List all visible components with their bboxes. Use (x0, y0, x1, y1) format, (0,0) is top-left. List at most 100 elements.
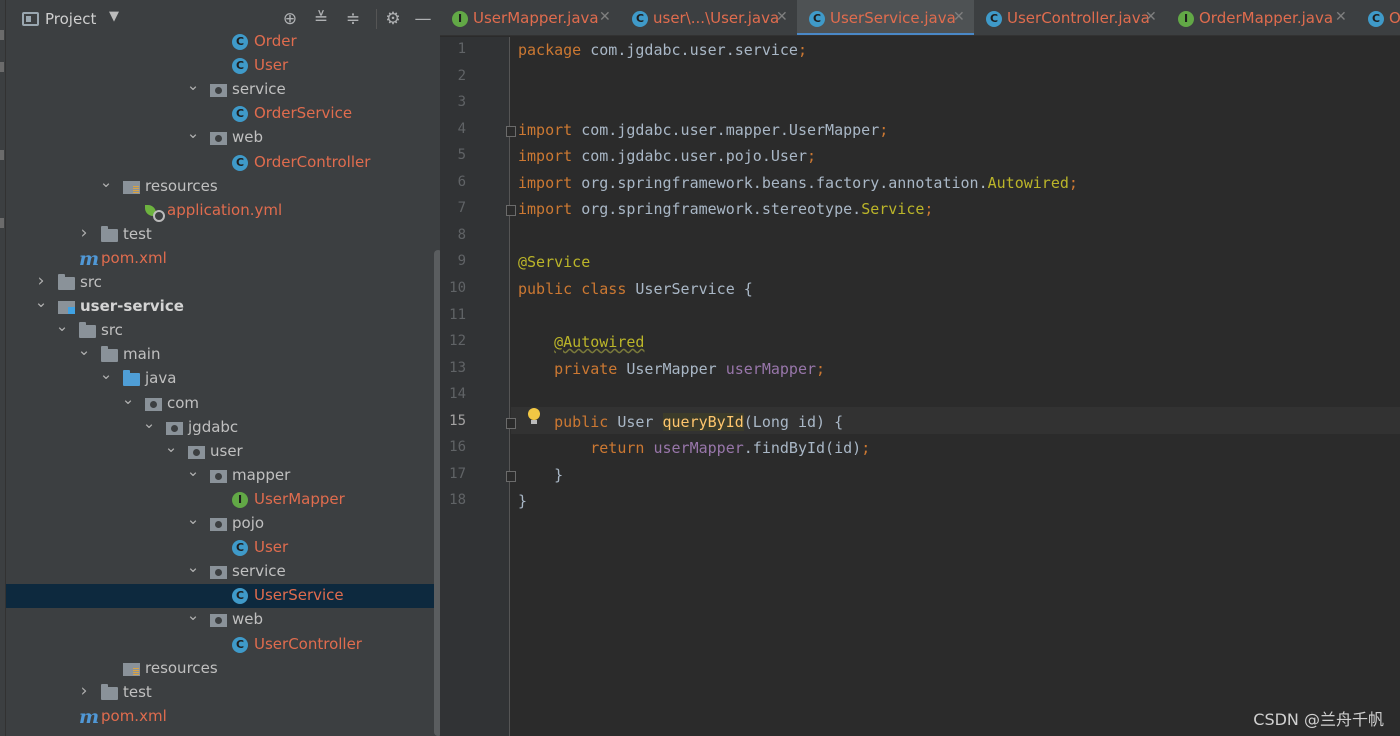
gear-icon[interactable]: ⚙ (382, 8, 404, 30)
line-number: 6 (457, 173, 466, 190)
fold-marker-icon[interactable] (506, 470, 516, 482)
tree-item-service[interactable]: ⌄ service (6, 558, 440, 584)
tree-item-userservice[interactable]: C UserService (6, 584, 440, 609)
chevron-down-icon[interactable]: ⌄ (186, 76, 200, 94)
tree-item-pojo[interactable]: ⌄ pojo (6, 510, 440, 536)
tree-item-user[interactable]: ⌄ user (6, 438, 440, 464)
line-number: 11 (449, 306, 466, 323)
chevron-down-icon[interactable]: ▼ (109, 9, 119, 24)
tree-item-src[interactable]: › src (6, 271, 440, 295)
tree-item-ordercontroller[interactable]: C OrderController (6, 151, 440, 175)
maven-icon: m (79, 705, 100, 728)
chevron-down-icon[interactable]: ⌄ (142, 414, 156, 432)
tree-item-pom-xml[interactable]: m pom.xml (6, 247, 440, 271)
source-folder-icon (123, 370, 140, 387)
editor-tab[interactable]: I OrderMapper.java ✕ (1166, 0, 1356, 35)
tree-item-resources[interactable]: resources (6, 657, 440, 681)
tree-item-user[interactable]: C User (6, 536, 440, 560)
close-icon[interactable]: ✕ (953, 9, 965, 25)
code-line[interactable]: } (518, 466, 563, 484)
chevron-down-icon[interactable]: ⌄ (186, 124, 200, 142)
collapse-all-icon[interactable]: ≑ (342, 8, 364, 30)
tree-item-test[interactable]: › test (6, 681, 440, 705)
line-number: 7 (457, 200, 466, 217)
close-icon[interactable]: ✕ (599, 9, 611, 25)
editor-tab[interactable]: C UserController.java ✕ (974, 0, 1166, 35)
fold-marker-icon[interactable] (506, 205, 516, 217)
code-line[interactable]: import org.springframework.stereotype.Se… (518, 200, 933, 218)
tree-item-src[interactable]: ⌄ src (6, 317, 440, 343)
chevron-down-icon[interactable]: ⌄ (99, 365, 113, 383)
chevron-down-icon[interactable]: ⌄ (186, 606, 200, 624)
panel-title[interactable]: Project (45, 10, 96, 28)
tree-item-pom-xml[interactable]: m pom.xml (6, 705, 440, 729)
code-editor[interactable]: 1 2 3 4 5 6 7 8 9 10 11 12 13 14 15 16 17 18 package com.… (440, 37, 1400, 736)
code-line[interactable]: import com.jgdabc.user.pojo.User; (518, 147, 816, 165)
chevron-down-icon[interactable]: ⌄ (186, 510, 200, 528)
tree-item-web[interactable]: ⌄ web (6, 606, 440, 632)
close-icon[interactable]: ✕ (1145, 9, 1157, 25)
project-panel: Project ▼ ⊕ ≚ ≑ ⚙ — C Order C User ⌄ service C… (6, 0, 440, 736)
tree-item-orderservice[interactable]: C OrderService (6, 102, 440, 126)
tree-item-label: jgdabc (188, 417, 239, 436)
class-icon: C (232, 58, 248, 75)
close-icon[interactable]: ✕ (776, 9, 788, 25)
editor-tab[interactable]: I UserMapper.java ✕ (440, 0, 620, 35)
chevron-down-icon[interactable]: ⌄ (77, 341, 91, 359)
tool-strip-mark (0, 218, 4, 228)
editor-tab[interactable]: Cuser\...\User.java ✕ (620, 0, 797, 35)
code-line[interactable]: public User queryById(Long id) { (518, 412, 843, 431)
maven-icon: m (79, 247, 100, 270)
line-number: 2 (457, 67, 466, 84)
line-number: 1 (457, 41, 466, 57)
tree-item-label: OrderService (254, 104, 353, 123)
lightbulb-icon[interactable] (528, 408, 540, 428)
tree-item-user[interactable]: C User (6, 54, 440, 78)
chevron-right-icon[interactable]: › (77, 681, 91, 701)
tree-item-user-service[interactable]: ⌄ user-service (6, 293, 440, 319)
tree-item-java[interactable]: ⌄ java (6, 365, 440, 391)
code-line[interactable]: @Autowired (518, 333, 644, 351)
fold-marker-icon[interactable] (506, 125, 516, 137)
code-line[interactable]: import com.jgdabc.user.mapper.UserMapper… (518, 121, 888, 139)
package-folder-icon (210, 130, 227, 146)
line-number: 5 (457, 147, 466, 164)
chevron-down-icon[interactable]: ⌄ (164, 438, 178, 456)
tree-item-application-yml[interactable]: application.yml (6, 199, 440, 223)
tree-item-service[interactable]: ⌄ service (6, 76, 440, 102)
chevron-down-icon[interactable]: ⌄ (186, 462, 200, 480)
chevron-down-icon[interactable]: ⌄ (186, 558, 200, 576)
chevron-down-icon[interactable]: ⌄ (55, 317, 69, 335)
chevron-right-icon[interactable]: › (34, 271, 48, 291)
tree-item-jgdabc[interactable]: ⌄ jgdabc (6, 414, 440, 440)
close-icon[interactable]: ✕ (1335, 9, 1347, 25)
chevron-down-icon[interactable]: ⌄ (99, 173, 113, 191)
spring-config-icon (145, 203, 165, 222)
tree-item-com[interactable]: ⌄ com (6, 390, 440, 416)
tree-item-resources[interactable]: ⌄ resources (6, 173, 440, 199)
tree-item-main[interactable]: ⌄ main (6, 341, 440, 367)
tree-item-web[interactable]: ⌄ web (6, 124, 440, 150)
package-folder-icon (210, 468, 227, 483)
tree-item-mapper[interactable]: ⌄ mapper (6, 462, 440, 488)
code-line[interactable]: return userMapper.findById(id); (518, 439, 870, 457)
code-line[interactable]: @Service (518, 253, 590, 271)
fold-marker-icon[interactable] (506, 417, 516, 429)
tree-item-test[interactable]: › test (6, 223, 440, 247)
editor-tab[interactable]: C UserService.java ✕ (797, 0, 974, 35)
editor-tab[interactable]: CO (1356, 0, 1400, 35)
code-line[interactable]: } (518, 492, 527, 510)
chevron-down-icon[interactable]: ⌄ (34, 293, 48, 311)
code-line[interactable]: public class UserService { (518, 280, 753, 298)
code-line[interactable]: private UserMapper userMapper; (518, 360, 825, 378)
minimize-icon[interactable]: — (412, 8, 434, 30)
chevron-right-icon[interactable]: › (77, 223, 91, 243)
tree-item-order[interactable]: C Order (6, 30, 440, 54)
tree-item-usercontroller[interactable]: C UserController (6, 633, 440, 657)
chevron-down-icon[interactable]: ⌄ (121, 390, 135, 408)
expand-all-icon[interactable]: ≚ (310, 8, 332, 30)
tree-item-usermapper[interactable]: I UserMapper (6, 488, 440, 512)
locate-icon[interactable]: ⊕ (279, 8, 301, 30)
code-line[interactable]: package com.jgdabc.user.service; (518, 41, 807, 59)
code-line[interactable]: import org.springframework.beans.factory… (518, 174, 1078, 192)
